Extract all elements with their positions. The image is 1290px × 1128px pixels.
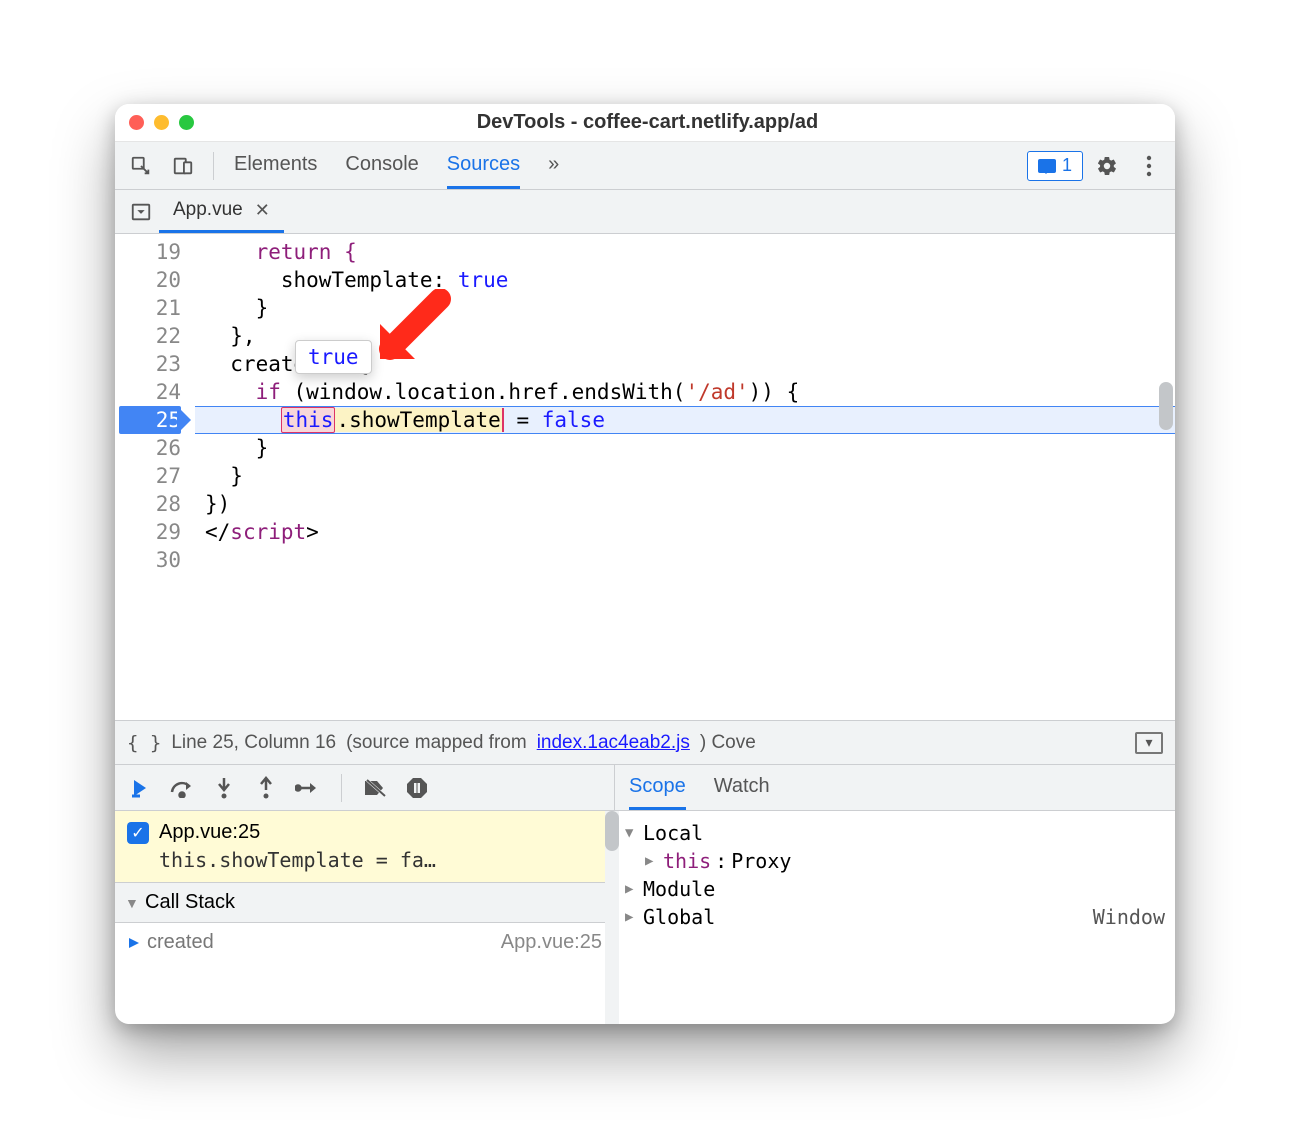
coverage-dropdown-icon[interactable]: ▾ bbox=[1135, 732, 1163, 754]
tab-more[interactable]: » bbox=[548, 142, 559, 189]
chevron-down-icon: ▼ bbox=[125, 895, 139, 911]
maximize-window-button[interactable] bbox=[179, 115, 194, 130]
editor-status-bar: { } Line 25, Column 16 (source mapped fr… bbox=[115, 720, 1175, 764]
file-tabs-bar: App.vue ✕ bbox=[115, 190, 1175, 234]
scope-watch-tabs: Scope Watch bbox=[615, 765, 1175, 811]
kebab-menu-icon[interactable] bbox=[1131, 148, 1167, 184]
call-stack-frame[interactable]: created App.vue:25 bbox=[115, 923, 614, 962]
debugger-right-panel: Scope Watch ▼Local ▶this: Proxy ▶Module … bbox=[615, 765, 1175, 1024]
inspect-element-icon[interactable] bbox=[123, 148, 159, 184]
close-window-button[interactable] bbox=[129, 115, 144, 130]
code-editor[interactable]: 192021222324 25 2627282930 return { show… bbox=[115, 234, 1175, 720]
tab-console[interactable]: Console bbox=[345, 142, 418, 189]
scope-module[interactable]: ▶Module bbox=[625, 875, 1165, 903]
cursor-position: Line 25, Column 16 bbox=[171, 732, 336, 754]
feedback-icon bbox=[1038, 159, 1056, 173]
hover-value-tooltip: true bbox=[295, 340, 372, 374]
debugger-panel: ✓ App.vue:25 this.showTemplate = fa… ▼ C… bbox=[115, 764, 1175, 1024]
close-tab-icon[interactable]: ✕ bbox=[255, 200, 270, 221]
step-icon[interactable] bbox=[295, 775, 321, 801]
scope-global[interactable]: ▶GlobalWindow bbox=[625, 903, 1165, 931]
step-into-icon[interactable] bbox=[211, 775, 237, 801]
step-over-icon[interactable] bbox=[169, 775, 195, 801]
resume-icon[interactable] bbox=[127, 775, 153, 801]
file-tab-label: App.vue bbox=[173, 199, 243, 221]
annotation-arrow-icon bbox=[370, 289, 460, 379]
settings-icon[interactable] bbox=[1089, 148, 1125, 184]
traffic-lights bbox=[129, 115, 194, 130]
show-navigator-icon[interactable] bbox=[123, 194, 159, 230]
device-toolbar-icon[interactable] bbox=[165, 148, 201, 184]
breakpoint-marker[interactable]: 25 bbox=[119, 406, 181, 434]
window-title: DevTools - coffee-cart.netlify.app/ad bbox=[194, 111, 1101, 134]
current-frame-icon bbox=[127, 936, 141, 950]
main-toolbar: Elements Console Sources » 1 bbox=[115, 142, 1175, 190]
tab-elements[interactable]: Elements bbox=[234, 142, 317, 189]
breakpoint-snippet: this.showTemplate = fa… bbox=[127, 848, 602, 872]
current-breakpoint-box: ✓ App.vue:25 this.showTemplate = fa… bbox=[115, 811, 614, 882]
scope-local[interactable]: ▼Local bbox=[625, 819, 1165, 847]
panel-tabs: Elements Console Sources » bbox=[226, 142, 559, 189]
line-gutter[interactable]: 192021222324 25 2627282930 bbox=[115, 234, 195, 720]
pretty-print-icon[interactable]: { } bbox=[127, 732, 161, 754]
watch-tab[interactable]: Watch bbox=[714, 765, 770, 810]
left-panel-scrollbar[interactable] bbox=[605, 811, 619, 1024]
titlebar: DevTools - coffee-cart.netlify.app/ad bbox=[115, 104, 1175, 142]
feedback-button[interactable]: 1 bbox=[1027, 151, 1083, 181]
feedback-count: 1 bbox=[1062, 155, 1072, 176]
call-stack-header[interactable]: ▼ Call Stack bbox=[115, 882, 614, 923]
breakpoint-file-line[interactable]: App.vue:25 bbox=[159, 821, 260, 844]
devtools-window: DevTools - coffee-cart.netlify.app/ad El… bbox=[115, 104, 1175, 1024]
scope-tree: ▼Local ▶this: Proxy ▶Module ▶GlobalWindo… bbox=[615, 811, 1175, 939]
tab-sources[interactable]: Sources bbox=[447, 142, 520, 189]
step-out-icon[interactable] bbox=[253, 775, 279, 801]
file-tab-app-vue[interactable]: App.vue ✕ bbox=[159, 190, 284, 233]
scope-tab[interactable]: Scope bbox=[629, 765, 686, 810]
source-map-link[interactable]: index.1ac4eab2.js bbox=[537, 732, 690, 754]
debugger-toolbar bbox=[115, 765, 614, 811]
debugger-left-panel: ✓ App.vue:25 this.showTemplate = fa… ▼ C… bbox=[115, 765, 615, 1024]
code-area[interactable]: return { showTemplate: true } }, created… bbox=[195, 234, 1175, 720]
pause-on-exceptions-icon[interactable] bbox=[404, 775, 430, 801]
breakpoint-enable-checkbox[interactable]: ✓ bbox=[127, 822, 149, 844]
minimize-window-button[interactable] bbox=[154, 115, 169, 130]
scope-this[interactable]: ▶this: Proxy bbox=[625, 847, 1165, 875]
deactivate-breakpoints-icon[interactable] bbox=[362, 775, 388, 801]
